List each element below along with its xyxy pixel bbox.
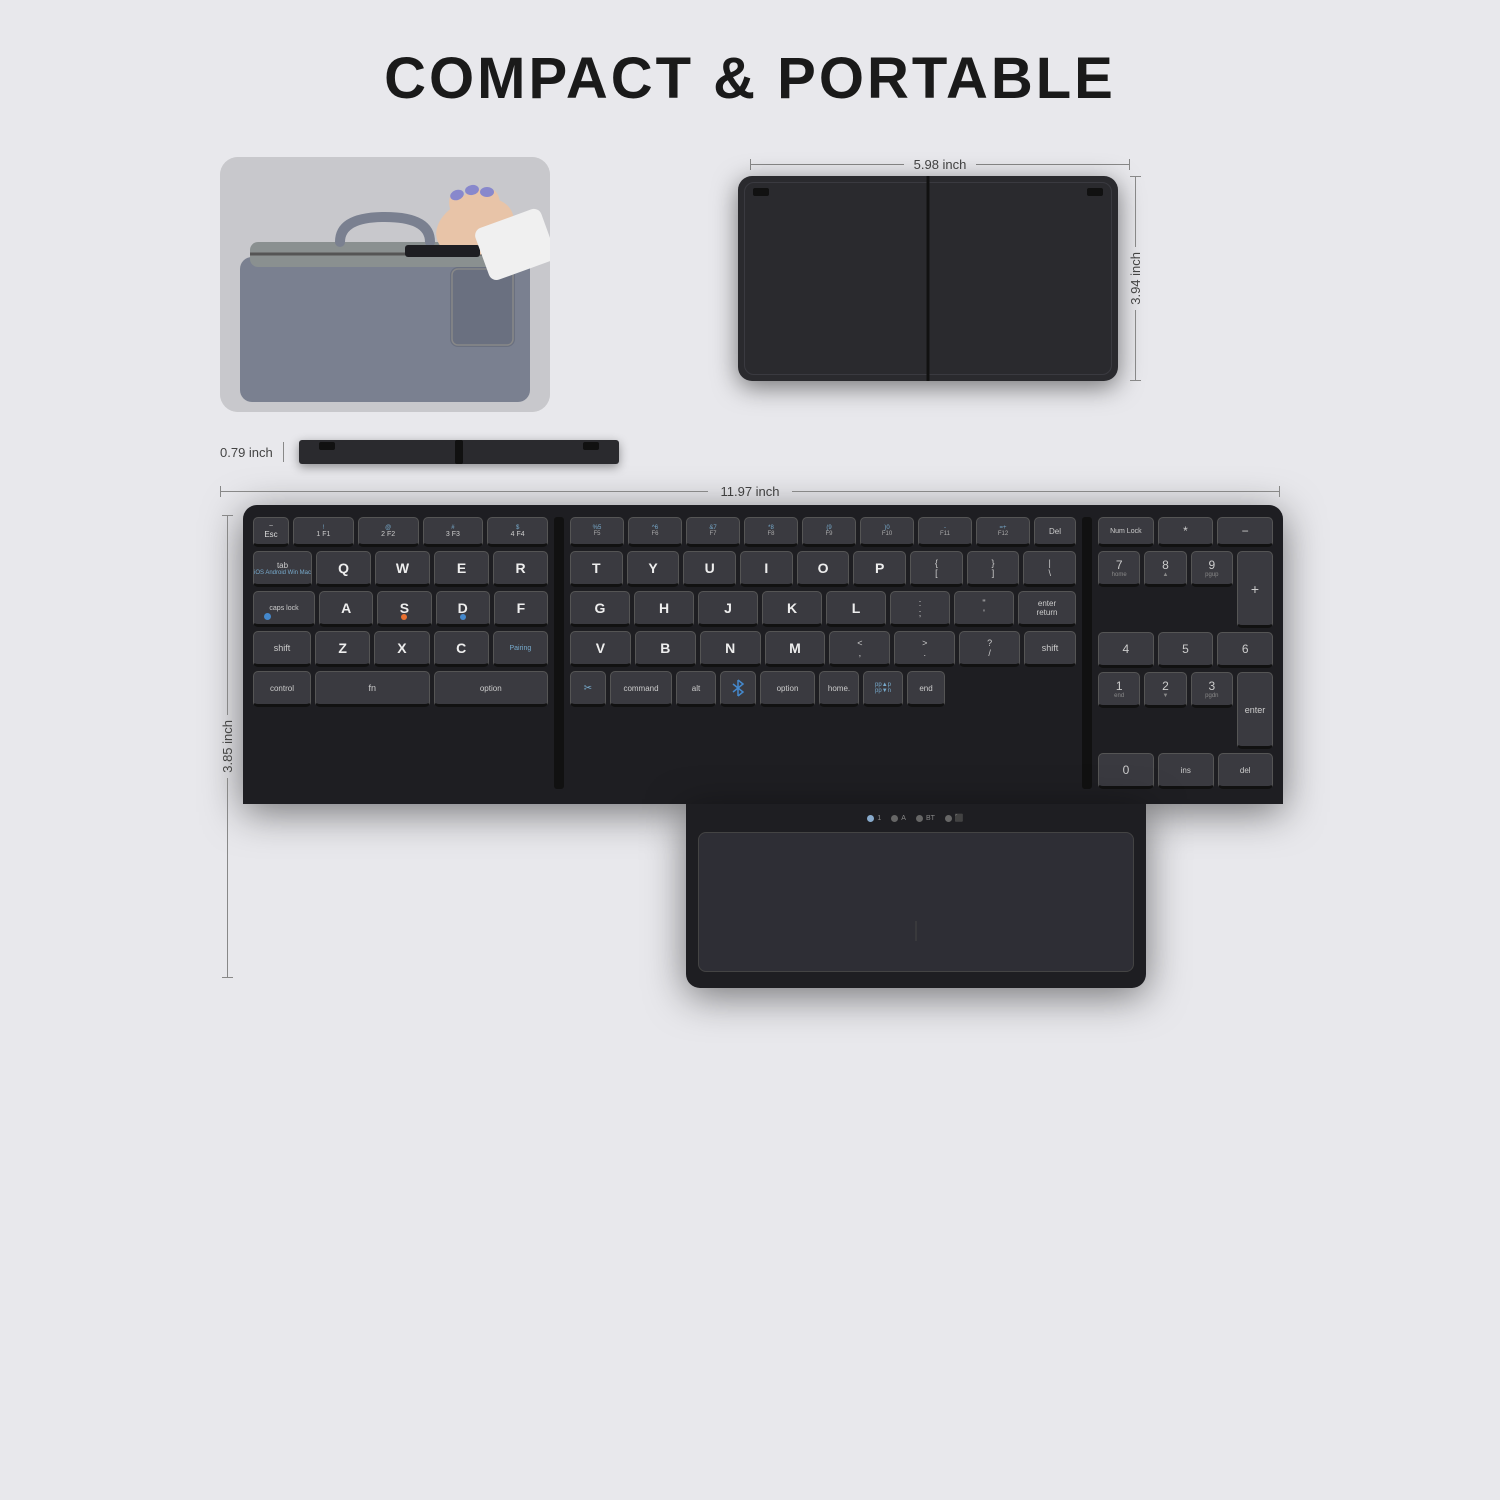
key-e[interactable]: E — [434, 551, 489, 587]
key-f3[interactable]: # 3 F3 — [423, 517, 484, 547]
key-slash[interactable]: ?/ — [959, 631, 1020, 667]
key-t[interactable]: T — [570, 551, 623, 587]
key-f12[interactable]: =+F12 — [976, 517, 1030, 547]
key-i[interactable]: I — [740, 551, 793, 587]
key-shift-left[interactable]: shift — [253, 631, 311, 667]
touchpad-section: 1 A BT ⬛ — [686, 804, 1146, 988]
key-z[interactable]: Z — [315, 631, 370, 667]
key-tab[interactable]: tab iOS Android Win Mac — [253, 551, 312, 587]
key-m[interactable]: M — [765, 631, 826, 667]
key-a[interactable]: A — [319, 591, 373, 627]
key-w[interactable]: W — [375, 551, 430, 587]
key-option-left[interactable]: option — [434, 671, 549, 707]
key-u[interactable]: U — [683, 551, 736, 587]
key-num5[interactable]: 5 — [1158, 632, 1214, 668]
thickness-label: 0.79 inch — [220, 445, 273, 460]
key-f7[interactable]: &7F7 — [686, 517, 740, 547]
keyboard-folded-top — [738, 176, 1118, 381]
key-y[interactable]: Y — [627, 551, 680, 587]
key-fn[interactable]: fn — [315, 671, 430, 707]
key-option-mid[interactable]: option — [760, 671, 815, 707]
key-o[interactable]: O — [797, 551, 850, 587]
indicator-a: A — [891, 814, 906, 822]
width-open-label: 11.97 inch — [708, 484, 791, 499]
key-space-icon[interactable] — [720, 671, 756, 707]
key-l[interactable]: L — [826, 591, 886, 627]
key-q[interactable]: Q — [316, 551, 371, 587]
key-bracket-r[interactable]: }] — [967, 551, 1020, 587]
key-j[interactable]: J — [698, 591, 758, 627]
key-f5[interactable]: %5F5 — [570, 517, 624, 547]
key-num4[interactable]: 4 — [1098, 632, 1154, 668]
key-scissors[interactable]: ✂ — [570, 671, 606, 707]
key-quote[interactable]: "' — [954, 591, 1014, 627]
indicator-bt: BT — [916, 814, 935, 822]
key-ins[interactable]: ins — [1158, 753, 1214, 789]
indicator-usb: ⬛ — [945, 814, 964, 822]
key-f10[interactable]: )0F10 — [860, 517, 914, 547]
key-pairing[interactable]: Pairing — [493, 631, 548, 667]
key-period[interactable]: >. — [894, 631, 955, 667]
key-p[interactable]: P — [853, 551, 906, 587]
key-g[interactable]: G — [570, 591, 630, 627]
key-f8[interactable]: *8F8 — [744, 517, 798, 547]
key-num8[interactable]: 8▲ — [1144, 551, 1186, 587]
key-semicolon[interactable]: :; — [890, 591, 950, 627]
key-num3[interactable]: 3pgdn — [1191, 672, 1233, 708]
key-f1[interactable]: ! 1 F1 — [293, 517, 354, 547]
key-caps[interactable]: caps lock — [253, 591, 315, 627]
key-d[interactable]: D — [436, 591, 490, 627]
key-num7[interactable]: 7home — [1098, 551, 1140, 587]
main-title: COMPACT & PORTABLE — [384, 45, 1116, 112]
key-num-multiply[interactable]: * — [1158, 517, 1214, 547]
height-folded-label: 3.94 inch — [1128, 247, 1143, 310]
key-f6[interactable]: ^6F6 — [628, 517, 682, 547]
touchpad[interactable] — [698, 832, 1134, 972]
keyboard-side-view — [299, 440, 619, 464]
key-b[interactable]: B — [635, 631, 696, 667]
width-folded-label: 5.98 inch — [904, 157, 977, 172]
key-num-enter[interactable]: enter — [1237, 672, 1273, 749]
key-del-top[interactable]: Del — [1034, 517, 1076, 547]
key-numlock[interactable]: Num Lock — [1098, 517, 1154, 547]
key-f[interactable]: F — [494, 591, 548, 627]
key-s[interactable]: S — [377, 591, 431, 627]
key-del-num[interactable]: del — [1218, 753, 1274, 789]
key-end[interactable]: end — [907, 671, 945, 707]
key-alt[interactable]: alt — [676, 671, 716, 707]
key-esc[interactable]: ~ Esc — [253, 517, 289, 547]
key-num0[interactable]: 0 — [1098, 753, 1154, 789]
key-control[interactable]: control — [253, 671, 311, 707]
key-command[interactable]: command — [610, 671, 672, 707]
key-bracket-l[interactable]: {[ — [910, 551, 963, 587]
key-num1[interactable]: 1end — [1098, 672, 1140, 708]
key-c[interactable]: C — [434, 631, 489, 667]
key-f11[interactable]: -F11 — [918, 517, 972, 547]
key-num6[interactable]: 6 — [1217, 632, 1273, 668]
key-num-minus[interactable]: − — [1217, 517, 1273, 547]
height-open-label: 3.85 inch — [220, 715, 235, 778]
bag-photo — [220, 157, 550, 412]
key-x[interactable]: X — [374, 631, 429, 667]
key-num2[interactable]: 2▼ — [1144, 672, 1186, 708]
key-v[interactable]: V — [570, 631, 631, 667]
key-f9[interactable]: (9F9 — [802, 517, 856, 547]
key-home[interactable]: home. — [819, 671, 859, 707]
key-f2[interactable]: @ 2 F2 — [358, 517, 419, 547]
keyboard-open: ~ Esc ! 1 F1 @ 2 F2 — [243, 505, 1283, 804]
key-enter[interactable]: enterreturn — [1018, 591, 1076, 627]
key-num9[interactable]: 9pgup — [1191, 551, 1233, 587]
key-shift-right[interactable]: shift — [1024, 631, 1076, 667]
key-comma[interactable]: <, — [829, 631, 890, 667]
indicator-1: 1 — [867, 814, 881, 822]
key-n[interactable]: N — [700, 631, 761, 667]
key-k[interactable]: K — [762, 591, 822, 627]
key-num-plus[interactable]: + — [1237, 551, 1273, 628]
key-r[interactable]: R — [493, 551, 548, 587]
key-pgupdown[interactable]: pp▲ppp▼n — [863, 671, 903, 707]
key-backslash[interactable]: |\ — [1023, 551, 1076, 587]
key-h[interactable]: H — [634, 591, 694, 627]
key-f4[interactable]: $ 4 F4 — [487, 517, 548, 547]
